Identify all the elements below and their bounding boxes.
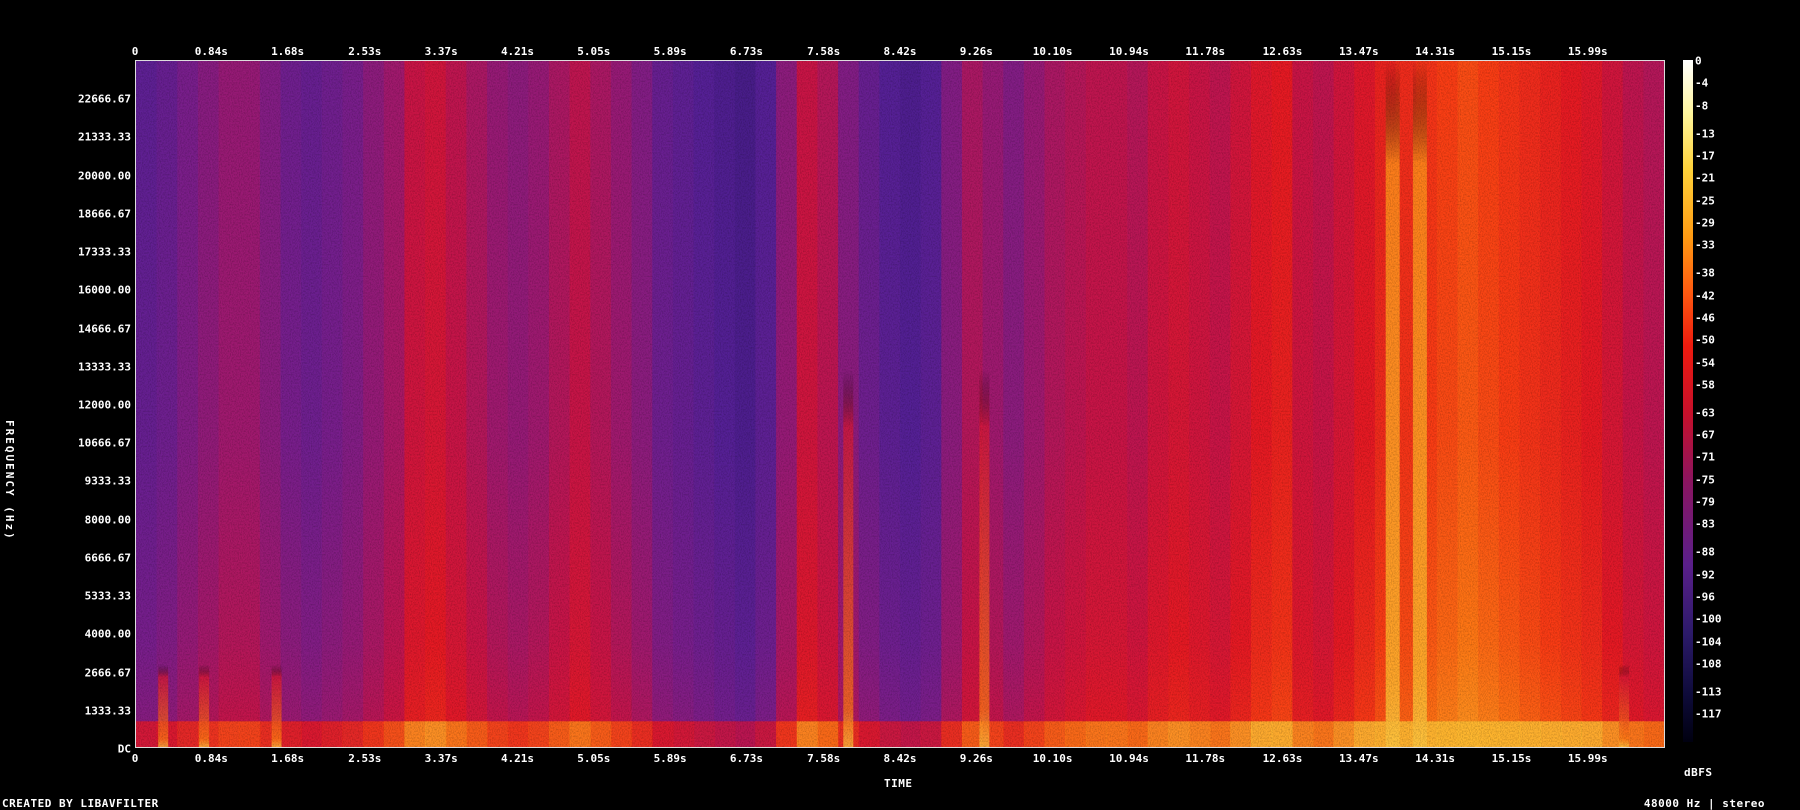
- colorbar: [1683, 60, 1693, 742]
- y-tick: 13333.33: [78, 360, 131, 374]
- y-tick: 12000.00: [78, 398, 131, 412]
- x-top-tick: 7.58s: [807, 45, 841, 58]
- x-bottom-tick: 6.73s: [729, 752, 764, 765]
- colorbar-tick: -92: [1695, 568, 1715, 582]
- colorbar-tick: -21: [1695, 171, 1715, 185]
- x-bottom-tick: 1.68s: [271, 752, 305, 765]
- colorbar-tick: 0: [1695, 54, 1702, 68]
- x-bottom-tick: 15.15s: [1491, 752, 1532, 765]
- x-top-tick: 3.37s: [424, 45, 458, 58]
- x-top-tick: 5.89s: [653, 45, 687, 58]
- y-tick: 5333.33: [84, 589, 131, 603]
- x-top-tick: 6.73s: [729, 45, 764, 58]
- x-top-tick: 1.68s: [271, 45, 305, 58]
- colorbar-tick: -54: [1695, 356, 1715, 369]
- x-bottom-tick: 0: [131, 752, 139, 765]
- colorbar-tick: -17: [1695, 149, 1715, 163]
- x-bottom-tick: 8.42s: [883, 752, 917, 765]
- x-bottom-tick: 13.47s: [1338, 752, 1379, 765]
- x-top-tick: 0.84s: [194, 45, 228, 58]
- y-tick: 1333.33: [84, 704, 131, 718]
- x-bottom-tick: 5.89s: [653, 752, 687, 765]
- x-top-tick: 10.94s: [1109, 45, 1149, 58]
- y-tick: 2666.67: [84, 666, 131, 680]
- colorbar-tick: -75: [1695, 473, 1715, 487]
- colorbar-tick: -83: [1695, 517, 1715, 531]
- y-tick: 10666.67: [78, 436, 131, 450]
- x-bottom-tick: 15.99s: [1567, 752, 1608, 765]
- y-tick: 9333.33: [84, 474, 131, 488]
- y-tick: 18666.67: [78, 207, 131, 221]
- colorbar-tick: -100: [1695, 612, 1722, 626]
- colorbar-tick: -63: [1695, 406, 1715, 420]
- colorbar-tick: -33: [1695, 238, 1715, 252]
- x-top-tick: 9.26s: [959, 45, 993, 58]
- x-top-tick: 12.63s: [1262, 45, 1303, 58]
- x-bottom-tick: 7.58s: [807, 752, 841, 765]
- y-tick: 14666.67: [78, 322, 131, 336]
- colorbar-tick: -88: [1695, 545, 1715, 559]
- colorbar-tick: -13: [1695, 127, 1715, 141]
- y-tick: 22666.67: [78, 92, 131, 106]
- x-bottom-tick: 10.94s: [1109, 752, 1149, 765]
- x-bottom-tick: 9.26s: [959, 752, 993, 765]
- colorbar-tick: -117: [1695, 707, 1722, 721]
- credit-text: CREATED BY LIBAVFILTER: [2, 797, 159, 810]
- colorbar-tick: -108: [1695, 657, 1722, 671]
- x-top-tick: 15.99s: [1567, 45, 1608, 58]
- x-top-tick: 4.21s: [500, 45, 535, 58]
- x-top-tick: 13.47s: [1338, 45, 1379, 58]
- y-tick: 16000.00: [78, 283, 131, 297]
- y-tick: 21333.33: [78, 130, 131, 144]
- y-tick: 20000.00: [78, 169, 131, 183]
- y-tick: 8000.00: [84, 513, 131, 527]
- x-bottom-tick: 4.21s: [500, 752, 535, 765]
- y-axis-label: FREQUENCY (Hz): [3, 420, 16, 541]
- colorbar-tick: -113: [1695, 685, 1722, 699]
- colorbar-tick: -38: [1695, 266, 1715, 280]
- y-tick: 17333.33: [78, 245, 131, 259]
- sample-info-text: 48000 Hz | stereo: [1643, 797, 1765, 810]
- y-tick: 4000.00: [84, 627, 131, 641]
- colorbar-tick: -67: [1695, 428, 1715, 442]
- x-bottom-tick: 3.37s: [424, 752, 458, 765]
- x-bottom-tick: 2.53s: [348, 752, 382, 765]
- colorbar-tick: -29: [1695, 216, 1715, 230]
- colorbar-tick: -8: [1695, 99, 1709, 113]
- x-top-tick: 2.53s: [348, 45, 382, 58]
- colorbar-tick: -71: [1695, 450, 1715, 464]
- x-bottom-tick: 12.63s: [1262, 752, 1303, 765]
- colorbar-tick: -25: [1695, 194, 1715, 208]
- spectrogram-plot: [135, 60, 1665, 748]
- x-top-tick: 0: [131, 45, 139, 58]
- colorbar-unit-label: dBFS: [1684, 766, 1713, 779]
- colorbar-tick: -104: [1695, 635, 1722, 649]
- x-top-tick: 14.31s: [1415, 45, 1455, 58]
- colorbar-tick: -79: [1695, 495, 1715, 509]
- colorbar-tick: -4: [1695, 76, 1709, 90]
- x-bottom-tick: 5.05s: [577, 752, 611, 765]
- x-bottom-tick: 14.31s: [1415, 752, 1455, 765]
- y-tick: DC: [117, 742, 131, 756]
- colorbar-tick: -46: [1695, 311, 1715, 325]
- x-axis-label: TIME: [884, 777, 913, 790]
- colorbar-tick: -58: [1695, 378, 1715, 392]
- x-top-tick: 15.15s: [1491, 45, 1532, 58]
- colorbar-tick: -96: [1695, 590, 1715, 604]
- x-top-tick: 5.05s: [577, 45, 611, 58]
- colorbar-tick: -50: [1695, 333, 1715, 347]
- x-bottom-tick: 10.10s: [1032, 752, 1073, 765]
- x-bottom-tick: 0.84s: [194, 752, 228, 765]
- x-top-tick: 8.42s: [883, 45, 917, 58]
- y-tick: 6666.67: [84, 551, 131, 565]
- x-bottom-tick: 11.78s: [1185, 752, 1226, 765]
- x-top-tick: 10.10s: [1032, 45, 1073, 58]
- x-top-tick: 11.78s: [1185, 45, 1226, 58]
- colorbar-tick: -42: [1695, 289, 1715, 302]
